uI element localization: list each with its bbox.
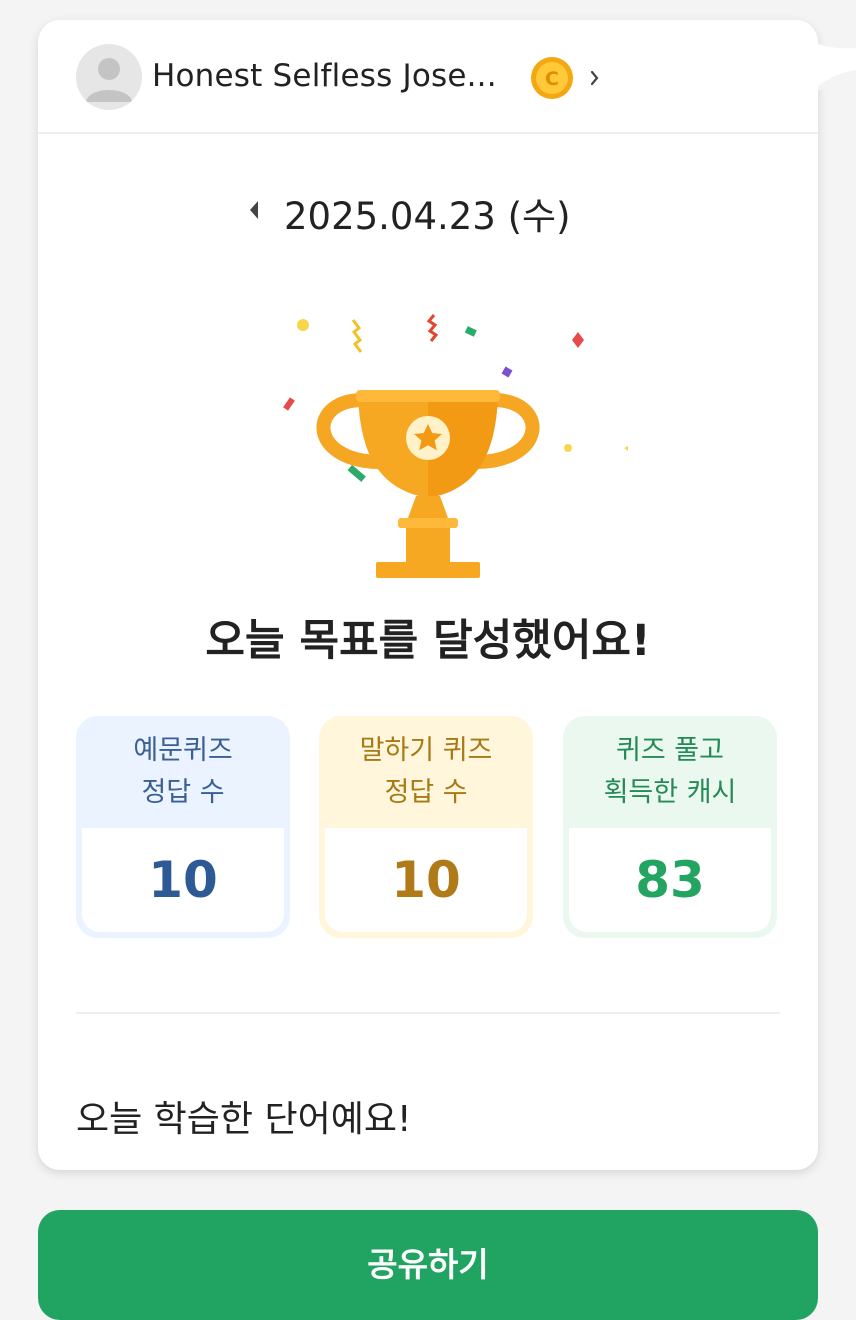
username[interactable]: Honest Selfless Jose... — [152, 58, 497, 94]
stat-label: 말하기 퀴즈 정답 수 — [319, 716, 533, 828]
current-date: 2025.04.23 (수) — [284, 195, 571, 238]
avatar-icon[interactable] — [76, 44, 142, 110]
learned-words-title: 오늘 학습한 단어예요! — [76, 1099, 412, 1140]
stat-value: 10 — [82, 828, 284, 932]
svg-text:C: C — [545, 68, 559, 90]
goal-achieved-title: 오늘 목표를 달성했어요! — [205, 616, 651, 666]
stat-label: 퀴즈 풀고 획득한 캐시 — [563, 716, 777, 828]
stat-label-line: 정답 수 — [384, 777, 468, 808]
trophy-icon — [228, 290, 636, 590]
stat-value: 83 — [569, 828, 771, 932]
stat-label-line: 말하기 퀴즈 — [359, 735, 493, 766]
stat-value: 10 — [325, 828, 527, 932]
stat-label-line: 정답 수 — [141, 777, 225, 808]
edge-decoration — [818, 40, 856, 90]
daily-report-card: Honest Selfless Jose... C 2025.04.23 (수) — [38, 20, 818, 1170]
stat-card-earned-cash: 퀴즈 풀고 획득한 캐시 83 — [563, 716, 777, 938]
divider — [76, 1012, 780, 1014]
stat-label-line: 예문퀴즈 — [133, 735, 233, 766]
previous-day-icon[interactable] — [246, 197, 262, 223]
stat-label-line: 획득한 캐시 — [603, 777, 737, 808]
coin-icon[interactable]: C — [530, 56, 574, 100]
stat-label: 예문퀴즈 정답 수 — [76, 716, 290, 828]
share-button[interactable]: 공유하기 — [38, 1210, 818, 1320]
chevron-right-icon[interactable] — [590, 70, 600, 86]
stat-card-example-quiz: 예문퀴즈 정답 수 10 — [76, 716, 290, 938]
stat-card-speaking-quiz: 말하기 퀴즈 정답 수 10 — [319, 716, 533, 938]
date-navigator: 2025.04.23 (수) — [38, 180, 818, 240]
stat-label-line: 퀴즈 풀고 — [616, 735, 724, 766]
profile-header: Honest Selfless Jose... C — [38, 20, 818, 134]
